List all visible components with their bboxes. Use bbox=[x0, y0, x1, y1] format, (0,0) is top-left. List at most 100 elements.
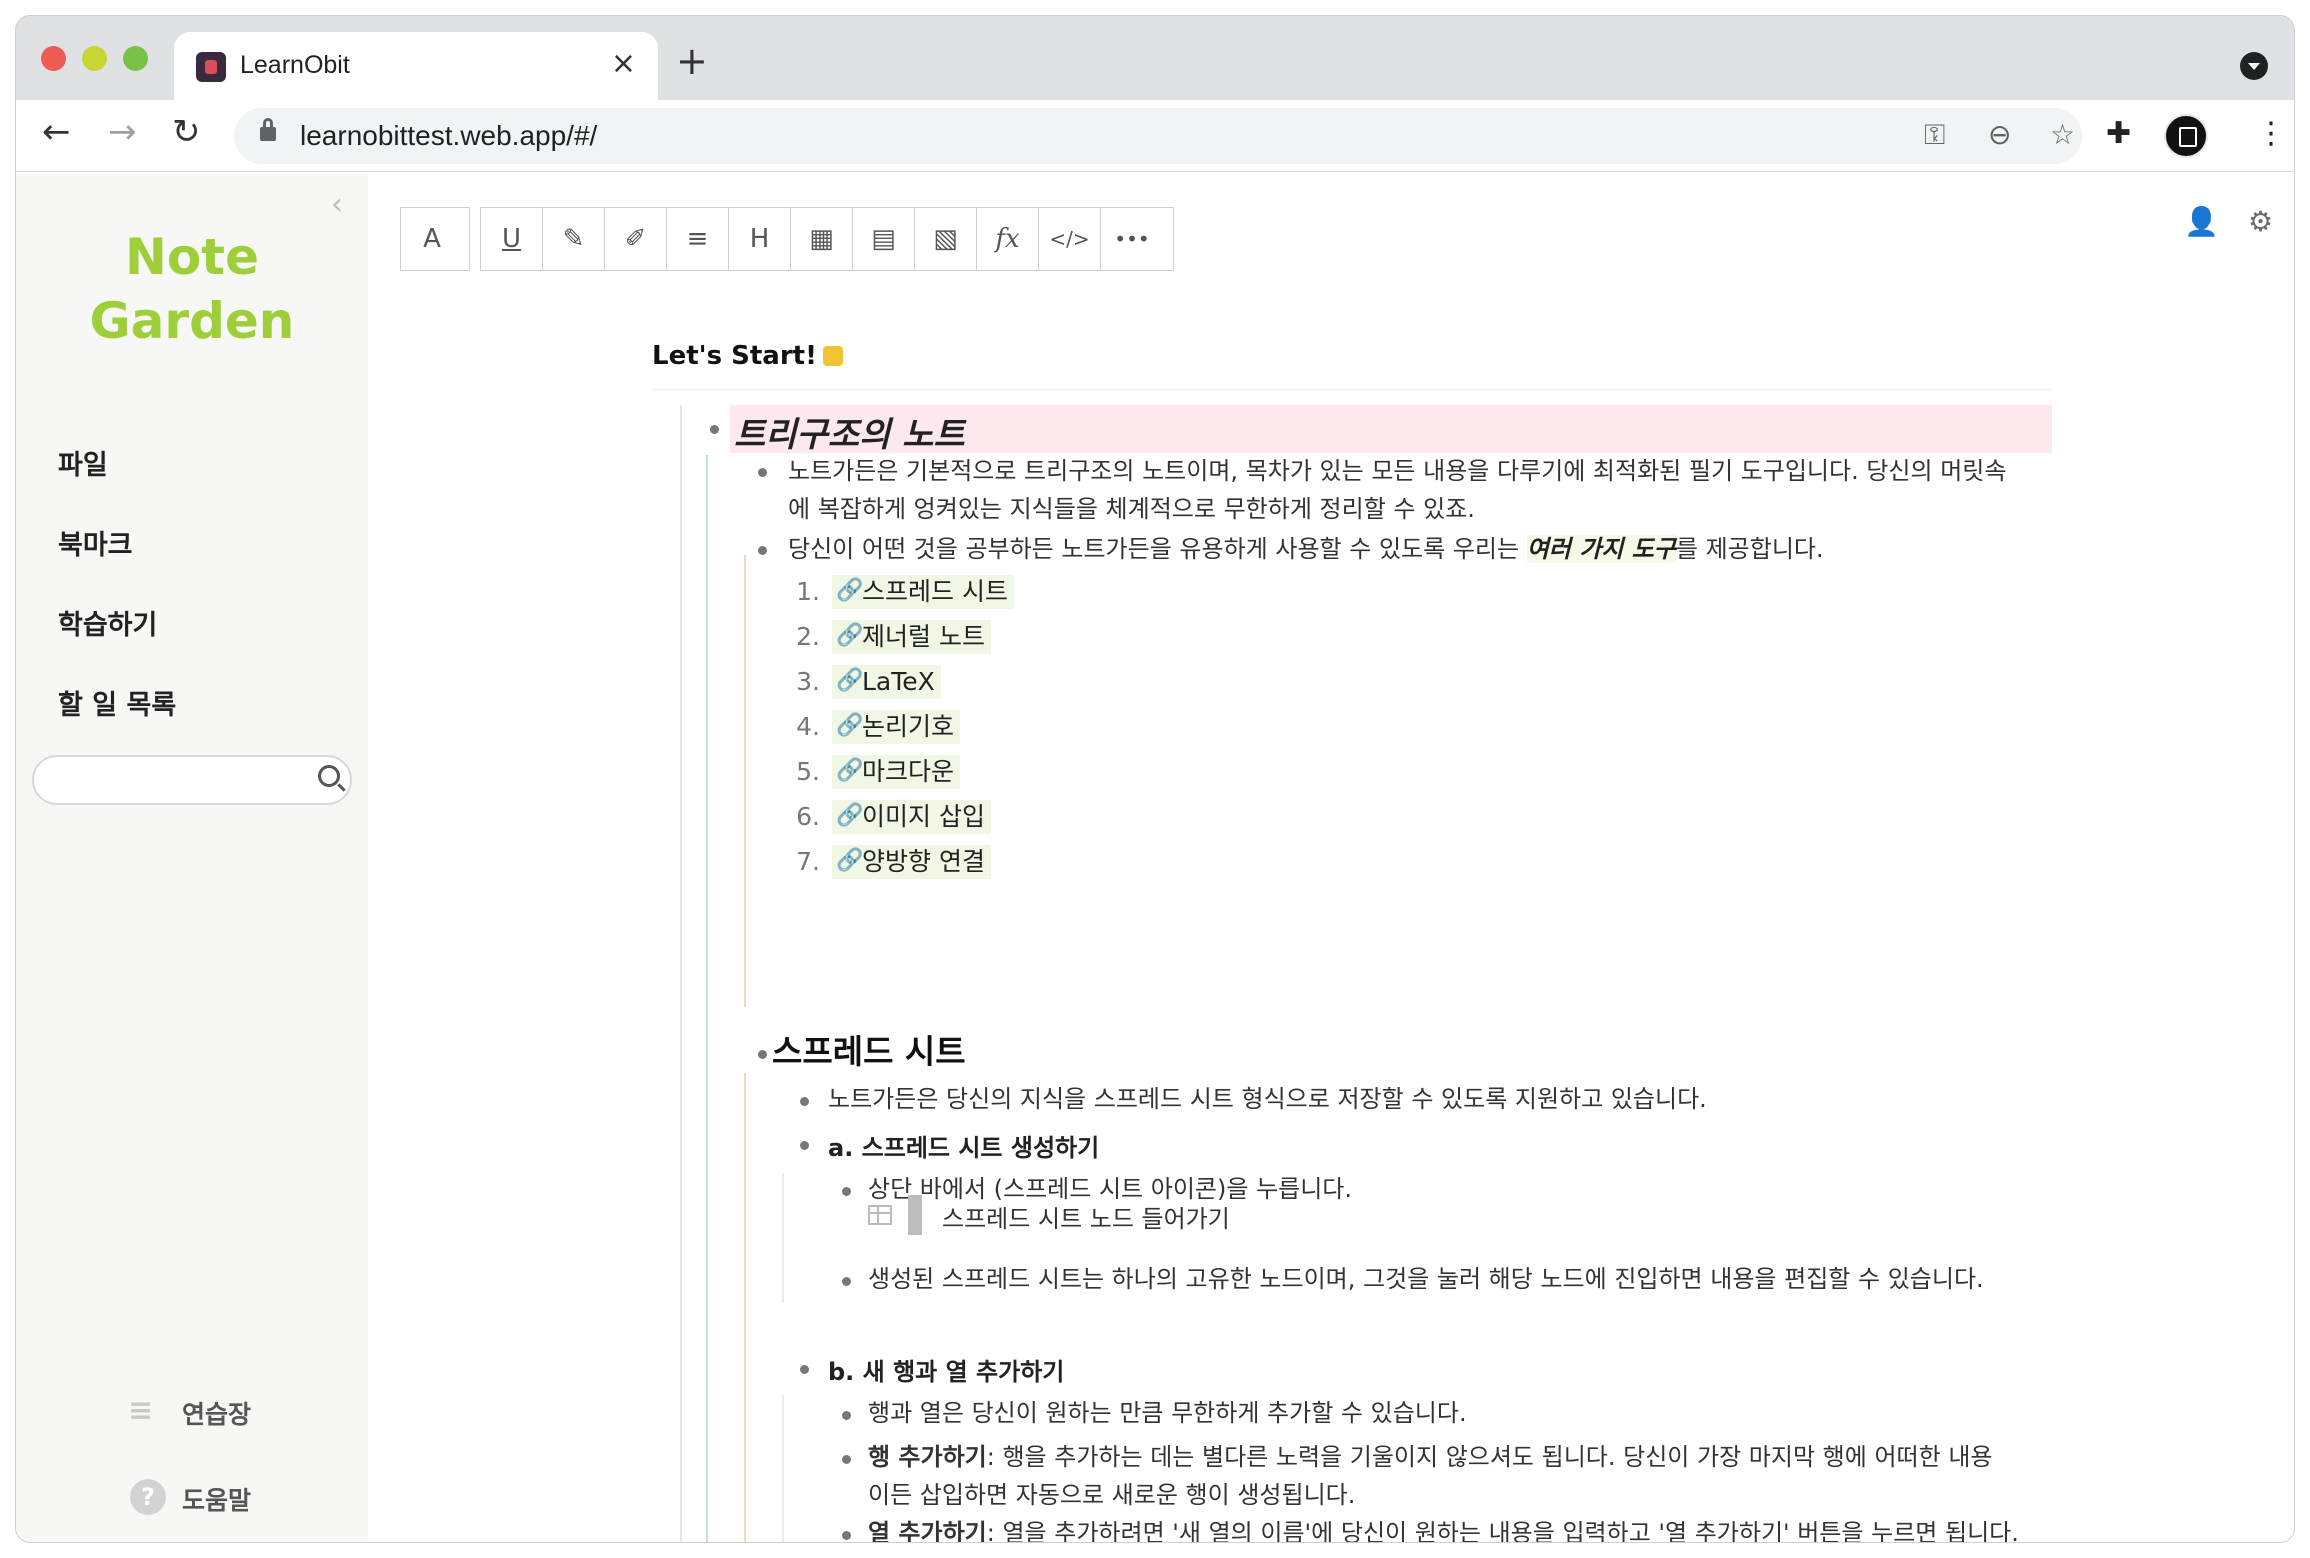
node-bar bbox=[908, 1195, 922, 1235]
text-span: : 열을 추가하려면 '새 열의 이름'에 당신이 원하는 내용을 입력하고 '… bbox=[986, 1519, 2019, 1542]
forward-arrow-icon[interactable]: → bbox=[108, 112, 137, 152]
paragraph-line[interactable]: 열 추가하기: 열을 추가하려면 '새 열의 이름'에 당신이 원하는 내용을 … bbox=[868, 1517, 2019, 1542]
link-icon: 🔗 bbox=[836, 578, 864, 603]
maximize-window-button[interactable] bbox=[123, 46, 148, 71]
key-icon[interactable]: ⚿ bbox=[1924, 118, 1945, 152]
subsection-heading[interactable]: b. 새 행과 열 추가하기 bbox=[828, 1352, 1064, 1387]
paragraph-line[interactable]: 노트가든은 당신의 지식을 스프레드 시트 형식으로 저장할 수 있도록 지원하… bbox=[828, 1083, 1707, 1115]
bullet[interactable] bbox=[800, 1365, 809, 1374]
tool-link-latex[interactable]: 🔗 LaTeX bbox=[832, 665, 941, 699]
document: Let's Start! 트리구조의 노트 노트가든은 기본적으로 트리구조의 … bbox=[16, 173, 2294, 1542]
list-number: 5. bbox=[796, 757, 820, 786]
close-tab-button[interactable]: × bbox=[611, 46, 636, 81]
tree-guide-line bbox=[706, 455, 708, 1542]
tool-link-backlink[interactable]: 🔗 양방향 연결 bbox=[832, 845, 991, 879]
tool-label: 스프레드 시트 bbox=[862, 577, 1008, 606]
paragraph-line[interactable]: 행과 열은 당신이 원하는 만큼 무한하게 추가할 수 있습니다. bbox=[868, 1397, 1467, 1429]
subsection-heading[interactable]: a. 스프레드 시트 생성하기 bbox=[828, 1128, 1099, 1163]
star-icon[interactable]: ☆ bbox=[2050, 118, 2075, 151]
tab-title: LearnObit bbox=[240, 51, 350, 79]
bold-text: 행 추가하기 bbox=[868, 1443, 987, 1471]
tree-guide-line bbox=[782, 1395, 784, 1542]
list-number: 1. bbox=[796, 577, 820, 606]
paragraph-line[interactable]: 노트가든은 기본적으로 트리구조의 노트이며, 목차가 있는 모든 내용을 다루… bbox=[788, 455, 2006, 487]
bullet[interactable] bbox=[842, 1455, 851, 1464]
link-icon: 🔗 bbox=[836, 848, 864, 873]
app: ‹ Note Garden 파일 북마크 학습하기 할 일 목록 ≡ 연습장 ?… bbox=[16, 173, 2294, 1542]
tab-strip: LearnObit × + bbox=[16, 16, 2294, 100]
link-icon: 🔗 bbox=[836, 713, 864, 738]
tree-guide-line bbox=[782, 1173, 784, 1303]
spreadsheet-icon bbox=[868, 1205, 892, 1225]
link-icon: 🔗 bbox=[836, 803, 864, 828]
text-span: 를 제공합니다. bbox=[1675, 535, 1824, 563]
bullet[interactable] bbox=[842, 1531, 851, 1540]
page-title: Let's Start! bbox=[652, 341, 843, 371]
tool-link-image[interactable]: 🔗 이미지 삽입 bbox=[832, 800, 991, 834]
paragraph-line[interactable]: 행 추가하기: 행을 추가하는 데는 별다른 노력을 기울이지 않으셔도 됩니다… bbox=[868, 1441, 1992, 1473]
extensions-icon[interactable]: ✚ bbox=[2106, 116, 2131, 151]
page-title-text: Let's Start! bbox=[652, 341, 817, 371]
text-span: 당신이 어떤 것을 공부하든 노트가든을 유용하게 사용할 수 있도록 우리는 bbox=[788, 535, 1527, 563]
bullet[interactable] bbox=[710, 425, 719, 434]
tool-label: 마크다운 bbox=[862, 757, 955, 786]
bullet[interactable] bbox=[842, 1411, 851, 1420]
cat-emoji-icon bbox=[822, 346, 843, 366]
tool-label: LaTeX bbox=[862, 667, 935, 696]
lock-icon bbox=[260, 118, 276, 141]
tree-guide-line bbox=[680, 405, 682, 1542]
section-heading[interactable]: 스프레드 시트 bbox=[772, 1025, 966, 1073]
menu-kebab-icon[interactable]: ⋮ bbox=[2256, 116, 2286, 151]
favicon-icon bbox=[196, 52, 226, 82]
list-number: 3. bbox=[796, 667, 820, 696]
bold-text: 열 추가하기 bbox=[868, 1519, 987, 1542]
zoom-out-icon[interactable]: ⊖ bbox=[1988, 118, 2011, 151]
paragraph-line[interactable]: 에 복잡하게 엉켜있는 지식들을 체계적으로 무한하게 정리할 수 있죠. bbox=[788, 493, 1475, 525]
tree-guide-line bbox=[744, 1073, 746, 1542]
bullet[interactable] bbox=[758, 1050, 767, 1059]
tool-label: 이미지 삽입 bbox=[862, 802, 985, 831]
bullet[interactable] bbox=[800, 1097, 809, 1106]
list-number: 7. bbox=[796, 847, 820, 876]
bullet[interactable] bbox=[758, 546, 767, 555]
emphasis-text: 여러 가지 도구 bbox=[1526, 535, 1676, 563]
paragraph-line[interactable]: 생성된 스프레드 시트는 하나의 고유한 노드이며, 그것을 눌러 해당 노드에… bbox=[868, 1263, 1984, 1295]
tool-link-markdown[interactable]: 🔗 마크다운 bbox=[832, 755, 961, 789]
text-span: : 행을 추가하는 데는 별다른 노력을 기울이지 않으셔도 됩니다. 당신이 … bbox=[986, 1443, 1993, 1471]
browser-toolbar: ← → ↻ learnobittest.web.app/#/ ⚿ ⊖ ☆ ✚ ⋮ bbox=[16, 100, 2294, 172]
list-number: 6. bbox=[796, 802, 820, 831]
profile-avatar[interactable] bbox=[2164, 114, 2208, 158]
tree-heading[interactable]: 트리구조의 노트 bbox=[734, 407, 965, 456]
spreadsheet-node[interactable]: 스프레드 시트 노드 들어가기 bbox=[854, 1195, 1274, 1235]
tool-label: 논리기호 bbox=[862, 712, 955, 741]
browser-tab[interactable]: LearnObit × bbox=[174, 32, 658, 100]
paragraph-tools[interactable]: 당신이 어떤 것을 공부하든 노트가든을 유용하게 사용할 수 있도록 우리는 … bbox=[788, 533, 1824, 565]
bullet[interactable] bbox=[758, 468, 767, 477]
tool-link-spreadsheet[interactable]: 🔗 스프레드 시트 bbox=[832, 575, 1014, 609]
bullet[interactable] bbox=[842, 1187, 851, 1196]
bullet[interactable] bbox=[842, 1277, 851, 1286]
paragraph-line[interactable]: 이든 삽입하면 자동으로 새로운 행이 생성됩니다. bbox=[868, 1479, 1355, 1511]
tool-link-general-note[interactable]: 🔗 제너럴 노트 bbox=[832, 620, 991, 654]
url-text[interactable]: learnobittest.web.app/#/ bbox=[300, 120, 597, 152]
tool-label: 양방향 연결 bbox=[862, 847, 985, 876]
spreadsheet-node-label: 스프레드 시트 노드 들어가기 bbox=[942, 1205, 1230, 1233]
browser-window: LearnObit × + ← → ↻ learnobittest.web.ap… bbox=[16, 16, 2294, 1542]
new-tab-button[interactable]: + bbox=[676, 42, 708, 80]
reload-icon[interactable]: ↻ bbox=[172, 112, 201, 152]
tool-label: 제너럴 노트 bbox=[862, 622, 985, 651]
list-number: 4. bbox=[796, 712, 820, 741]
link-icon: 🔗 bbox=[836, 623, 864, 648]
title-divider bbox=[652, 389, 2052, 390]
link-icon: 🔗 bbox=[836, 758, 864, 783]
tree-guide-line bbox=[744, 555, 746, 1007]
close-window-button[interactable] bbox=[41, 46, 66, 71]
minimize-window-button[interactable] bbox=[82, 46, 107, 71]
address-bar[interactable]: learnobittest.web.app/#/ ⚿ ⊖ ☆ bbox=[234, 108, 2082, 164]
tool-link-logic[interactable]: 🔗 논리기호 bbox=[832, 710, 961, 744]
link-icon: 🔗 bbox=[836, 668, 864, 693]
back-arrow-icon[interactable]: ← bbox=[42, 112, 71, 152]
bullet[interactable] bbox=[800, 1141, 809, 1150]
tab-search-icon[interactable] bbox=[2240, 52, 2268, 80]
list-number: 2. bbox=[796, 622, 820, 651]
